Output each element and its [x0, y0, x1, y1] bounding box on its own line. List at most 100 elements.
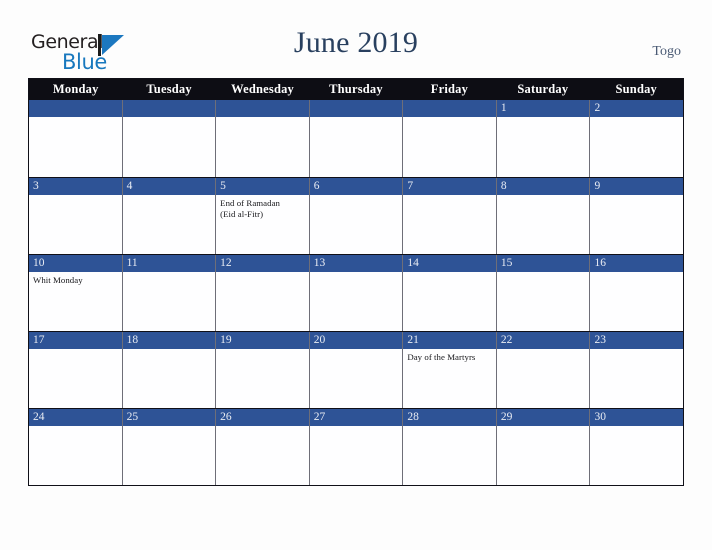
day-number: 3 [33, 180, 39, 192]
calendar-day-cell-empty [121, 100, 216, 177]
day-events [497, 195, 590, 198]
calendar-day-cell[interactable]: 8 [495, 178, 590, 254]
day-number-band: 17 [29, 332, 122, 349]
day-number-band [122, 100, 216, 117]
day-number: 26 [220, 411, 232, 423]
day-number: 5 [220, 180, 226, 192]
day-number: 15 [500, 257, 513, 269]
day-number: 28 [407, 411, 419, 423]
calendar-day-cell[interactable]: 6 [308, 178, 403, 254]
day-events [403, 272, 496, 275]
calendar-day-cell[interactable]: 10 Whit Monday [29, 255, 122, 331]
calendar-day-cell[interactable]: 15 [495, 255, 590, 331]
day-events [590, 272, 683, 275]
calendar-day-cell[interactable]: 24 [29, 409, 122, 485]
calendar-page: General Blue June 2019 Togo Monday Tuesd… [0, 0, 712, 550]
dow-wednesday: Wednesday [231, 82, 295, 96]
day-events [310, 195, 403, 198]
day-number-band: 13 [309, 255, 403, 272]
day-events [497, 349, 590, 352]
day-events [590, 195, 683, 198]
calendar-day-cell[interactable]: 2 [589, 100, 684, 177]
day-number-band [29, 100, 122, 117]
day-events: End of Ramadan (Eid al-Fitr) [216, 195, 309, 220]
day-events [29, 195, 122, 198]
calendar-day-cell[interactable]: 13 [308, 255, 403, 331]
day-number: 22 [500, 334, 513, 346]
calendar-day-cell[interactable]: 14 [402, 255, 496, 331]
day-events [403, 426, 496, 429]
calendar-day-cell[interactable]: 20 [308, 332, 403, 408]
day-number: 24 [33, 411, 45, 423]
calendar-day-cell[interactable]: 12 [215, 255, 309, 331]
day-events: Day of the Martyrs [403, 349, 496, 363]
holiday-event-label: (Eid al-Fitr) [220, 209, 264, 219]
calendar-day-cell[interactable]: 26 [215, 409, 309, 485]
day-number-band: 3 [29, 178, 122, 195]
calendar-day-cell[interactable]: 18 [121, 332, 216, 408]
day-number: 16 [594, 257, 606, 269]
calendar-day-cell[interactable]: 30 [589, 409, 684, 485]
day-events [123, 195, 216, 198]
day-number: 27 [313, 411, 326, 423]
calendar-week-row: 24 25 26 27 28 29 30 [29, 408, 684, 485]
day-number: 25 [126, 411, 139, 423]
calendar-week-row: 17 18 19 20 21 Day of the Martyrs 22 23 [29, 331, 684, 408]
day-number-band: 28 [403, 409, 496, 426]
day-number-band: 6 [309, 178, 403, 195]
day-number: 29 [500, 411, 513, 423]
day-of-week-header-row: Monday Tuesday Wednesday Thursday Friday… [29, 79, 683, 100]
day-events [216, 272, 309, 275]
calendar-day-cell-empty [402, 100, 496, 177]
day-number-band [216, 100, 309, 117]
calendar-day-cell[interactable]: 9 [589, 178, 684, 254]
calendar-day-cell[interactable]: 22 [495, 332, 590, 408]
day-number: 2 [594, 102, 601, 114]
dow-saturday: Saturday [517, 82, 569, 96]
day-events [590, 349, 683, 352]
day-number-band: 10 [29, 255, 122, 272]
day-number: 14 [407, 257, 419, 269]
calendar-day-cell[interactable]: 5 End of Ramadan (Eid al-Fitr) [215, 178, 309, 254]
day-events [216, 349, 309, 352]
day-number-band: 8 [496, 178, 590, 195]
day-events [403, 195, 496, 198]
calendar-day-cell[interactable]: 1 [495, 100, 590, 177]
day-number-band: 24 [29, 409, 122, 426]
day-events [310, 349, 403, 352]
day-number-band: 5 [216, 178, 309, 195]
day-number: 7 [407, 180, 414, 192]
day-number: 13 [313, 257, 326, 269]
calendar-day-cell[interactable]: 17 [29, 332, 122, 408]
calendar-day-cell[interactable]: 3 [29, 178, 122, 254]
calendar-day-cell[interactable]: 23 [589, 332, 684, 408]
calendar-grid: Monday Tuesday Wednesday Thursday Friday… [28, 78, 684, 486]
calendar-day-cell[interactable]: 27 [308, 409, 403, 485]
calendar-day-cell[interactable]: 11 [121, 255, 216, 331]
calendar-day-cell[interactable]: 7 [402, 178, 496, 254]
day-number-band: 22 [496, 332, 590, 349]
day-number-band: 23 [590, 332, 684, 349]
calendar-day-cell[interactable]: 25 [121, 409, 216, 485]
day-number: 20 [313, 334, 326, 346]
dow-friday: Friday [430, 82, 469, 96]
day-number-band: 26 [216, 409, 309, 426]
page-header: General Blue June 2019 Togo [0, 0, 712, 78]
day-number-band: 16 [590, 255, 684, 272]
day-events [29, 349, 122, 352]
day-events [310, 117, 403, 120]
day-number: 12 [220, 257, 232, 269]
day-number-band: 29 [496, 409, 590, 426]
dow-monday: Monday [52, 82, 99, 96]
calendar-day-cell[interactable]: 29 [495, 409, 590, 485]
day-events [29, 117, 122, 120]
calendar-day-cell[interactable]: 19 [215, 332, 309, 408]
day-events [123, 349, 216, 352]
day-number: 21 [407, 334, 419, 346]
day-number-band: 25 [122, 409, 216, 426]
day-events [590, 426, 683, 429]
calendar-day-cell[interactable]: 4 [121, 178, 216, 254]
calendar-day-cell[interactable]: 16 [589, 255, 684, 331]
calendar-day-cell[interactable]: 21 Day of the Martyrs [402, 332, 496, 408]
calendar-day-cell[interactable]: 28 [402, 409, 496, 485]
